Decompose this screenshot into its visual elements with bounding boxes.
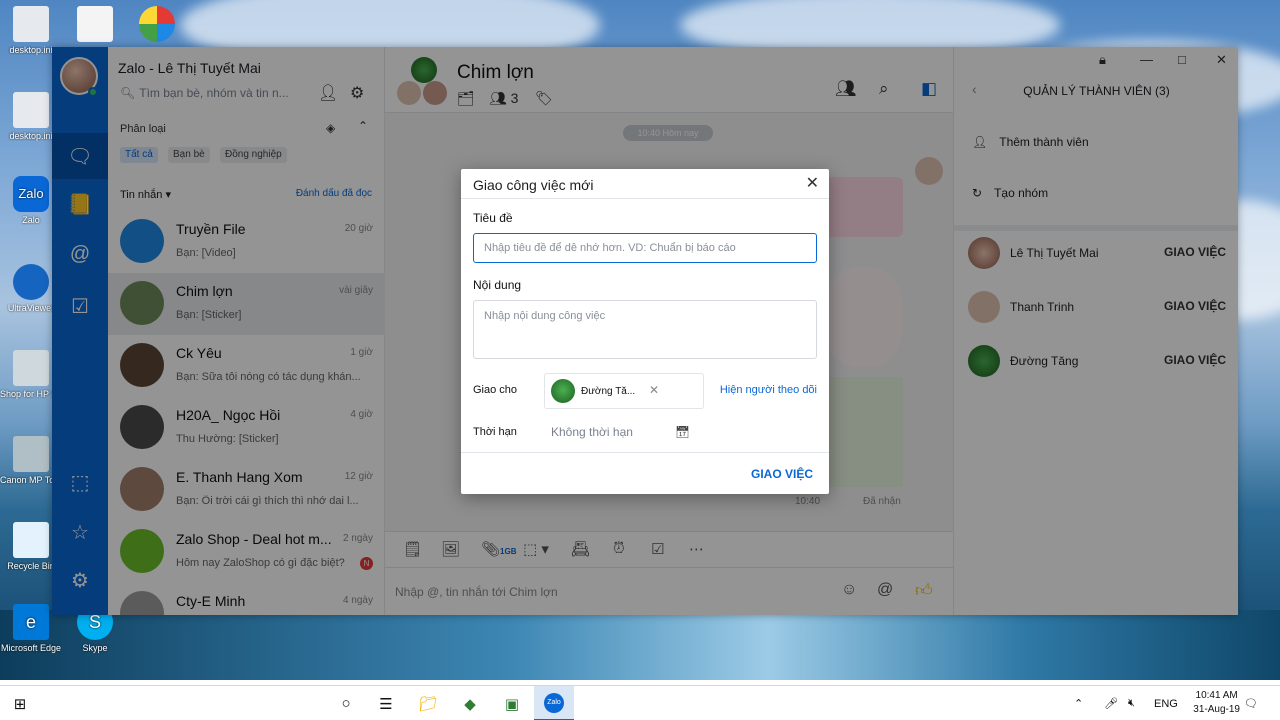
assignee-field[interactable]: Đường Tă... ✕ xyxy=(544,373,704,409)
deadline-picker[interactable]: Không thời hạn 📅︎ xyxy=(544,421,692,443)
content-label: Nội dung xyxy=(473,278,522,292)
close-icon[interactable]: ✕ xyxy=(806,173,819,193)
title-label: Tiêu đề xyxy=(473,211,513,225)
app-icon[interactable]: ◆ xyxy=(450,686,490,720)
deadline-label: Thời hạn xyxy=(473,426,517,438)
task-content-input[interactable] xyxy=(473,300,817,359)
assign-task-submit-button[interactable]: GIAO VIỆC xyxy=(751,467,813,481)
remove-assignee-icon[interactable]: ✕ xyxy=(649,383,659,397)
show-followers-link[interactable]: Hiện người theo dõi xyxy=(720,384,817,396)
dialog-title: Giao công việc mới xyxy=(473,177,594,193)
edge-icon: e xyxy=(13,604,49,640)
color-wheel-icon xyxy=(139,6,175,42)
calendar-icon: 📅︎ xyxy=(674,425,690,439)
windows-start-icon[interactable]: ⊞ xyxy=(0,686,40,720)
app-icon[interactable]: ▣ xyxy=(492,686,532,720)
printer-icon xyxy=(13,350,49,386)
new-task-dialog: Giao công việc mới ✕ Tiêu đề Nội dung Gi… xyxy=(461,169,829,494)
divider xyxy=(461,198,829,199)
desktop-icon-shortcut[interactable] xyxy=(64,6,126,45)
notifications-icon[interactable]: 🗨︎ xyxy=(1244,686,1258,720)
monitor-icon xyxy=(13,264,49,300)
zalo-taskbar-icon[interactable]: Zalo xyxy=(534,686,574,720)
assign-label: Giao cho xyxy=(473,384,518,396)
volume-muted-icon[interactable]: 🔇︎ xyxy=(1128,686,1135,720)
assignee-chip: Đường Tă... xyxy=(551,379,635,403)
show-hidden-icons[interactable]: ⌃ xyxy=(1074,686,1083,720)
taskbar: ⊞ ○ ☰ 📁︎ ◆ ▣ Zalo ⌃ 🎤︎ 🔇︎ ENG 10:41 AM 3… xyxy=(0,685,1280,720)
file-explorer-icon[interactable]: 📁︎ xyxy=(408,686,448,720)
cortana-icon[interactable]: ○ xyxy=(326,686,366,720)
divider xyxy=(461,452,829,453)
zalo-icon: Zalo xyxy=(13,176,49,212)
printer-icon xyxy=(13,436,49,472)
recycle-bin-icon xyxy=(13,522,49,558)
file-icon xyxy=(13,6,49,42)
system-clock[interactable]: 10:41 AM 31-Aug-19 xyxy=(1193,689,1240,717)
shortcut-icon xyxy=(77,6,113,42)
language-indicator[interactable]: ENG xyxy=(1154,686,1178,720)
microphone-icon[interactable]: 🎤︎ xyxy=(1104,686,1118,720)
file-icon xyxy=(13,92,49,128)
sea xyxy=(0,610,1280,680)
task-view-icon[interactable]: ☰ xyxy=(366,686,406,720)
task-title-input[interactable] xyxy=(473,233,817,263)
avatar xyxy=(551,379,575,403)
desktop-icon-app[interactable] xyxy=(126,6,188,45)
